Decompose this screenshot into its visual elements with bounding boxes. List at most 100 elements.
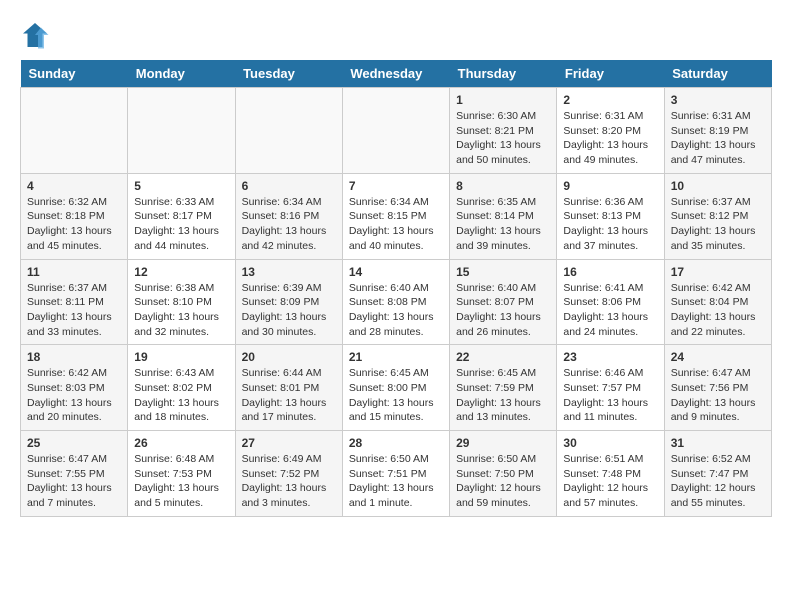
day-info: Sunrise: 6:51 AM Sunset: 7:48 PM Dayligh… — [563, 452, 657, 511]
day-number: 25 — [27, 436, 121, 450]
day-number: 16 — [563, 265, 657, 279]
calendar-cell: 23 Sunrise: 6:46 AM Sunset: 7:57 PM Dayli… — [557, 345, 664, 431]
day-number: 5 — [134, 179, 228, 193]
calendar-cell: 5 Sunrise: 6:33 AM Sunset: 8:17 PM Daylig… — [128, 173, 235, 259]
day-info: Sunrise: 6:37 AM Sunset: 8:12 PM Dayligh… — [671, 195, 765, 254]
calendar-cell: 27Sunrise: 6:49 AM Sunset: 7:52 PM Dayli… — [235, 431, 342, 517]
day-number: 7 — [349, 179, 443, 193]
calendar-cell: 8Sunrise: 6:35 AM Sunset: 8:14 PM Daylig… — [450, 173, 557, 259]
day-info: Sunrise: 6:47 AM Sunset: 7:55 PM Dayligh… — [27, 452, 121, 511]
day-number: 17 — [671, 265, 765, 279]
calendar-cell: 24 Sunrise: 6:47 AM Sunset: 7:56 PM Dayli… — [664, 345, 771, 431]
calendar-cell: 15 Sunrise: 6:40 AM Sunset: 8:07 PM Dayli… — [450, 259, 557, 345]
day-info: Sunrise: 6:49 AM Sunset: 7:52 PM Dayligh… — [242, 452, 336, 511]
calendar-cell: 29 Sunrise: 6:50 AM Sunset: 7:50 PM Dayli… — [450, 431, 557, 517]
calendar-cell — [21, 88, 128, 174]
day-info: Sunrise: 6:52 AM Sunset: 7:47 PM Dayligh… — [671, 452, 765, 511]
day-number: 24 — [671, 350, 765, 364]
day-info: Sunrise: 6:31 AM Sunset: 8:19 PM Dayligh… — [671, 109, 765, 168]
calendar-week-4: 18Sunrise: 6:42 AM Sunset: 8:03 PM Dayli… — [21, 345, 772, 431]
day-info: Sunrise: 6:30 AM Sunset: 8:21 PM Dayligh… — [456, 109, 550, 168]
header-sunday: Sunday — [21, 60, 128, 88]
header-wednesday: Wednesday — [342, 60, 449, 88]
day-number: 29 — [456, 436, 550, 450]
day-number: 26 — [134, 436, 228, 450]
calendar-cell: 6 Sunrise: 6:34 AM Sunset: 8:16 PM Daylig… — [235, 173, 342, 259]
calendar-cell — [235, 88, 342, 174]
header-friday: Friday — [557, 60, 664, 88]
day-number: 20 — [242, 350, 336, 364]
calendar-cell: 2Sunrise: 6:31 AM Sunset: 8:20 PM Daylig… — [557, 88, 664, 174]
day-info: Sunrise: 6:35 AM Sunset: 8:14 PM Dayligh… — [456, 195, 550, 254]
header-tuesday: Tuesday — [235, 60, 342, 88]
day-info: Sunrise: 6:44 AM Sunset: 8:01 PM Dayligh… — [242, 366, 336, 425]
day-number: 15 — [456, 265, 550, 279]
day-info: Sunrise: 6:33 AM Sunset: 8:17 PM Dayligh… — [134, 195, 228, 254]
day-number: 9 — [563, 179, 657, 193]
calendar-cell: 3 Sunrise: 6:31 AM Sunset: 8:19 PM Daylig… — [664, 88, 771, 174]
day-number: 10 — [671, 179, 765, 193]
day-info: Sunrise: 6:34 AM Sunset: 8:16 PM Dayligh… — [242, 195, 336, 254]
day-info: Sunrise: 6:47 AM Sunset: 7:56 PM Dayligh… — [671, 366, 765, 425]
calendar-week-5: 25 Sunrise: 6:47 AM Sunset: 7:55 PM Dayli… — [21, 431, 772, 517]
calendar-cell: 21Sunrise: 6:45 AM Sunset: 8:00 PM Dayli… — [342, 345, 449, 431]
calendar-cell: 26 Sunrise: 6:48 AM Sunset: 7:53 PM Dayli… — [128, 431, 235, 517]
day-number: 2 — [563, 93, 657, 107]
day-info: Sunrise: 6:39 AM Sunset: 8:09 PM Dayligh… — [242, 281, 336, 340]
calendar-week-2: 4Sunrise: 6:32 AM Sunset: 8:18 PM Daylig… — [21, 173, 772, 259]
day-number: 13 — [242, 265, 336, 279]
day-info: Sunrise: 6:42 AM Sunset: 8:03 PM Dayligh… — [27, 366, 121, 425]
calendar-cell: 31Sunrise: 6:52 AM Sunset: 7:47 PM Dayli… — [664, 431, 771, 517]
day-info: Sunrise: 6:45 AM Sunset: 7:59 PM Dayligh… — [456, 366, 550, 425]
day-info: Sunrise: 6:46 AM Sunset: 7:57 PM Dayligh… — [563, 366, 657, 425]
calendar-cell: 28 Sunrise: 6:50 AM Sunset: 7:51 PM Dayli… — [342, 431, 449, 517]
calendar-cell: 30 Sunrise: 6:51 AM Sunset: 7:48 PM Dayli… — [557, 431, 664, 517]
calendar-cell: 11 Sunrise: 6:37 AM Sunset: 8:11 PM Dayli… — [21, 259, 128, 345]
day-info: Sunrise: 6:50 AM Sunset: 7:50 PM Dayligh… — [456, 452, 550, 511]
calendar-cell: 1 Sunrise: 6:30 AM Sunset: 8:21 PM Daylig… — [450, 88, 557, 174]
calendar-table: SundayMondayTuesdayWednesdayThursdayFrid… — [20, 60, 772, 517]
calendar-cell: 20 Sunrise: 6:44 AM Sunset: 8:01 PM Dayli… — [235, 345, 342, 431]
calendar-week-1: 1 Sunrise: 6:30 AM Sunset: 8:21 PM Daylig… — [21, 88, 772, 174]
day-info: Sunrise: 6:42 AM Sunset: 8:04 PM Dayligh… — [671, 281, 765, 340]
day-number: 12 — [134, 265, 228, 279]
day-info: Sunrise: 6:38 AM Sunset: 8:10 PM Dayligh… — [134, 281, 228, 340]
day-number: 11 — [27, 265, 121, 279]
calendar-cell: 7 Sunrise: 6:34 AM Sunset: 8:15 PM Daylig… — [342, 173, 449, 259]
header-monday: Monday — [128, 60, 235, 88]
calendar-cell — [342, 88, 449, 174]
day-info: Sunrise: 6:48 AM Sunset: 7:53 PM Dayligh… — [134, 452, 228, 511]
day-number: 1 — [456, 93, 550, 107]
calendar-cell: 12 Sunrise: 6:38 AM Sunset: 8:10 PM Dayli… — [128, 259, 235, 345]
calendar-cell — [128, 88, 235, 174]
day-number: 14 — [349, 265, 443, 279]
calendar-cell: 9Sunrise: 6:36 AM Sunset: 8:13 PM Daylig… — [557, 173, 664, 259]
header-saturday: Saturday — [664, 60, 771, 88]
calendar-cell: 4Sunrise: 6:32 AM Sunset: 8:18 PM Daylig… — [21, 173, 128, 259]
day-number: 19 — [134, 350, 228, 364]
calendar-cell: 13 Sunrise: 6:39 AM Sunset: 8:09 PM Dayli… — [235, 259, 342, 345]
day-number: 28 — [349, 436, 443, 450]
day-number: 22 — [456, 350, 550, 364]
calendar-cell: 18Sunrise: 6:42 AM Sunset: 8:03 PM Dayli… — [21, 345, 128, 431]
day-info: Sunrise: 6:34 AM Sunset: 8:15 PM Dayligh… — [349, 195, 443, 254]
day-info: Sunrise: 6:32 AM Sunset: 8:18 PM Dayligh… — [27, 195, 121, 254]
day-number: 3 — [671, 93, 765, 107]
calendar-cell: 25 Sunrise: 6:47 AM Sunset: 7:55 PM Dayli… — [21, 431, 128, 517]
day-number: 30 — [563, 436, 657, 450]
day-info: Sunrise: 6:37 AM Sunset: 8:11 PM Dayligh… — [27, 281, 121, 340]
calendar-cell: 16 Sunrise: 6:41 AM Sunset: 8:06 PM Dayli… — [557, 259, 664, 345]
calendar-cell: 10 Sunrise: 6:37 AM Sunset: 8:12 PM Dayli… — [664, 173, 771, 259]
day-number: 21 — [349, 350, 443, 364]
day-info: Sunrise: 6:40 AM Sunset: 8:08 PM Dayligh… — [349, 281, 443, 340]
day-number: 6 — [242, 179, 336, 193]
header-thursday: Thursday — [450, 60, 557, 88]
calendar-week-3: 11 Sunrise: 6:37 AM Sunset: 8:11 PM Dayli… — [21, 259, 772, 345]
day-info: Sunrise: 6:40 AM Sunset: 8:07 PM Dayligh… — [456, 281, 550, 340]
calendar-cell: 14 Sunrise: 6:40 AM Sunset: 8:08 PM Dayli… — [342, 259, 449, 345]
day-number: 23 — [563, 350, 657, 364]
day-info: Sunrise: 6:43 AM Sunset: 8:02 PM Dayligh… — [134, 366, 228, 425]
day-info: Sunrise: 6:50 AM Sunset: 7:51 PM Dayligh… — [349, 452, 443, 511]
logo — [20, 20, 54, 50]
day-info: Sunrise: 6:41 AM Sunset: 8:06 PM Dayligh… — [563, 281, 657, 340]
